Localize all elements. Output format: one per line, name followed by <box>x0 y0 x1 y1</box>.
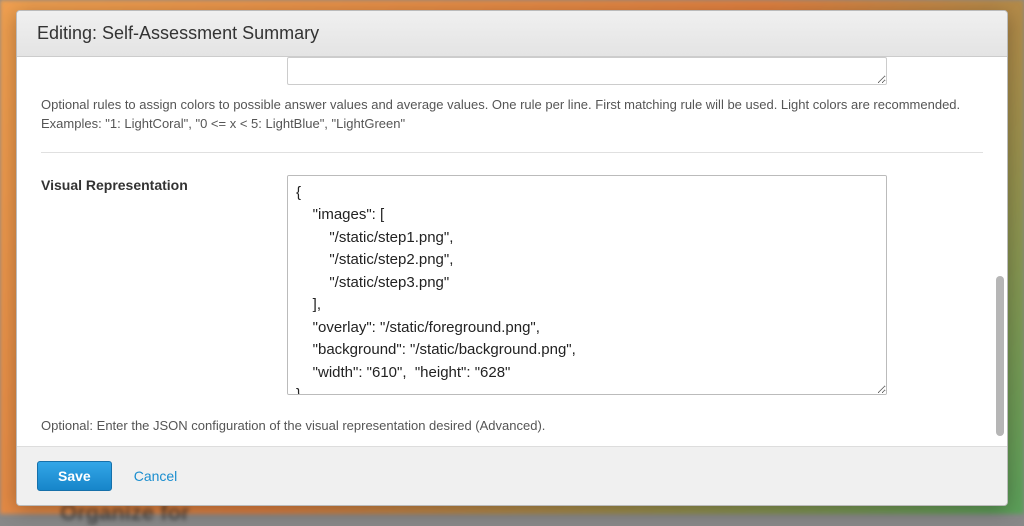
edit-modal: Editing: Self-Assessment Summary Optiona… <box>16 10 1008 506</box>
scrollbar[interactable] <box>996 117 1004 436</box>
cancel-button[interactable]: Cancel <box>134 468 178 484</box>
modal-body[interactable]: Optional rules to assign colors to possi… <box>17 57 1007 446</box>
color-rules-help: Optional rules to assign colors to possi… <box>41 96 983 134</box>
modal-footer: Save Cancel <box>17 446 1007 505</box>
color-rules-section: Optional rules to assign colors to possi… <box>41 57 983 153</box>
modal-title: Editing: Self-Assessment Summary <box>37 23 987 44</box>
modal-header: Editing: Self-Assessment Summary <box>17 11 1007 57</box>
visual-representation-textarea[interactable] <box>287 175 887 395</box>
save-button[interactable]: Save <box>37 461 112 491</box>
visual-representation-help: Optional: Enter the JSON configuration o… <box>41 410 983 446</box>
visual-representation-section: Visual Representation <box>41 153 983 410</box>
scrollbar-thumb[interactable] <box>996 276 1004 436</box>
visual-representation-label: Visual Representation <box>41 175 287 400</box>
color-rules-textarea[interactable] <box>287 57 887 85</box>
